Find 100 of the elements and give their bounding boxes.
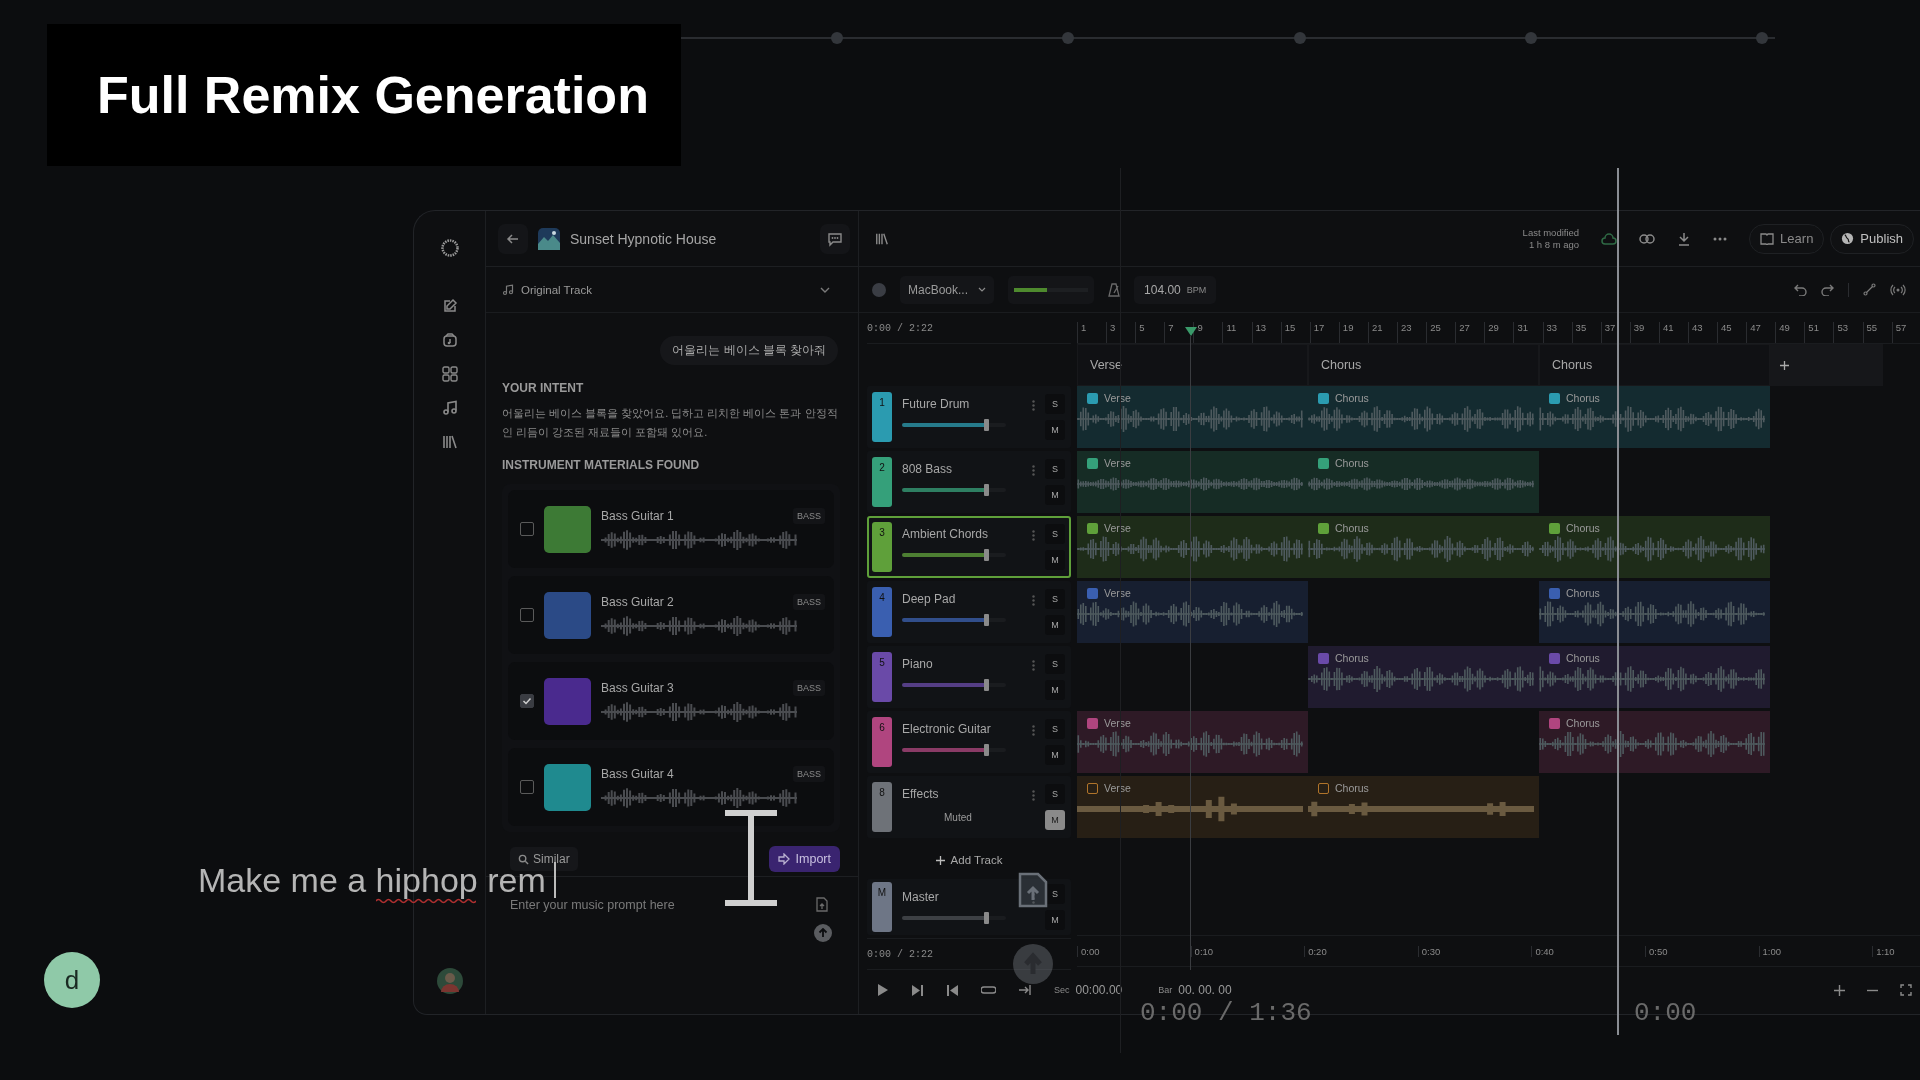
mute-button[interactable]: M (1045, 550, 1065, 570)
more-icon[interactable] (1032, 400, 1035, 411)
solo-button[interactable]: S (1045, 784, 1065, 804)
source-track-dropdown[interactable]: Original Track (521, 283, 592, 296)
mute-button[interactable]: M (1045, 910, 1065, 930)
device-dropdown[interactable]: MacBook... (900, 275, 995, 304)
mute-button[interactable]: M (1045, 745, 1065, 765)
slider-thumb[interactable] (984, 912, 990, 924)
section-header[interactable]: Chorus (1539, 344, 1770, 386)
track-header[interactable]: 8 Effects Muted S M (867, 776, 1071, 838)
audio-clip[interactable]: Verse (1077, 516, 1308, 578)
connect-icon[interactable] (1863, 283, 1876, 296)
material-card[interactable]: Bass Guitar 1 BASS (508, 490, 834, 568)
mute-button[interactable]: M (1045, 485, 1065, 505)
grid-icon[interactable] (441, 366, 458, 382)
broadcast-icon[interactable] (1890, 283, 1906, 296)
loop-icon[interactable] (981, 984, 996, 996)
user-avatar[interactable] (436, 968, 463, 994)
similar-button[interactable]: Similar (510, 847, 578, 871)
fit-icon[interactable] (1900, 984, 1912, 996)
play-icon[interactable] (877, 983, 889, 997)
music-box-icon[interactable] (441, 332, 458, 348)
material-card[interactable]: Bass Guitar 3 BASS (508, 662, 834, 740)
audio-clip[interactable]: Chorus (1308, 386, 1539, 448)
chevron-down-icon[interactable] (820, 286, 830, 293)
more-icon[interactable] (1032, 660, 1035, 671)
solo-button[interactable]: S (1045, 394, 1065, 414)
slider-thumb[interactable] (984, 744, 990, 756)
file-upload-icon[interactable] (816, 897, 828, 912)
checkbox[interactable] (520, 608, 534, 622)
section-header[interactable]: Verse (1077, 344, 1308, 386)
metronome-icon[interactable] (1108, 282, 1121, 297)
send-button[interactable] (814, 924, 832, 942)
audio-clip[interactable]: Verse (1077, 581, 1308, 643)
section-header[interactable]: Chorus (1308, 344, 1539, 386)
checkbox[interactable] (520, 694, 534, 708)
more-icon[interactable] (1032, 790, 1035, 801)
solo-button[interactable]: S (1045, 654, 1065, 674)
more-icon[interactable] (1032, 530, 1035, 541)
library-icon[interactable] (875, 231, 889, 246)
solo-button[interactable]: S (1045, 459, 1065, 479)
undo-icon[interactable] (1794, 283, 1807, 296)
track-header[interactable]: 6 Electronic Guitar S M (867, 711, 1071, 773)
library-icon[interactable] (441, 434, 458, 450)
master-track-header[interactable]: M Master S M (867, 879, 1071, 935)
skip-forward-icon[interactable] (911, 983, 924, 997)
checkbox[interactable] (520, 522, 534, 536)
audio-clip[interactable]: Chorus (1308, 451, 1539, 513)
more-icon[interactable] (1032, 465, 1035, 476)
add-track-button[interactable]: Add Track (929, 853, 1009, 867)
audio-clip[interactable]: Chorus (1308, 646, 1539, 708)
solo-button[interactable]: S (1045, 589, 1065, 609)
slider-thumb[interactable] (984, 679, 990, 691)
skip-back-icon[interactable] (946, 983, 959, 997)
more-icon[interactable] (1032, 725, 1035, 736)
publish-button[interactable]: Publish (1830, 223, 1914, 254)
jump-to-end-icon[interactable] (1018, 984, 1032, 996)
slider-thumb[interactable] (984, 419, 990, 431)
material-card[interactable]: Bass Guitar 2 BASS (508, 576, 834, 654)
music-note-icon[interactable] (441, 400, 458, 416)
learn-button[interactable]: Learn (1749, 223, 1825, 254)
solo-button[interactable]: S (1045, 884, 1065, 904)
audio-clip[interactable]: Chorus (1539, 386, 1770, 448)
audio-clip[interactable]: Chorus (1308, 516, 1539, 578)
solo-button[interactable]: S (1045, 719, 1065, 739)
audio-clip[interactable]: Chorus (1539, 516, 1770, 578)
zoom-in-icon[interactable] (1834, 984, 1845, 996)
material-card[interactable]: Bass Guitar 4 BASS (508, 748, 834, 826)
mute-button[interactable]: M (1045, 615, 1065, 635)
chat-button[interactable] (820, 223, 850, 254)
more-icon[interactable] (1713, 236, 1728, 241)
tempo-field[interactable]: 104.00 BPM (1134, 275, 1217, 304)
mute-button[interactable]: M (1045, 420, 1065, 440)
back-button[interactable] (498, 223, 528, 254)
checkbox[interactable] (520, 780, 534, 794)
track-header[interactable]: 3 Ambient Chords S M (867, 516, 1071, 578)
mute-button[interactable]: M (1045, 680, 1065, 700)
user-avatar[interactable]: d (44, 952, 100, 1008)
audio-clip[interactable]: Chorus (1539, 646, 1770, 708)
audio-clip[interactable]: Verse (1077, 386, 1308, 448)
track-header[interactable]: 5 Piano S M (867, 646, 1071, 708)
slider-thumb[interactable] (984, 484, 990, 496)
redo-icon[interactable] (1821, 283, 1834, 296)
track-header[interactable]: 4 Deep Pad S M (867, 581, 1071, 643)
playhead[interactable] (1184, 327, 1197, 970)
track-header[interactable]: 2 808 Bass S M (867, 451, 1071, 513)
audio-clip[interactable]: Chorus (1539, 711, 1770, 773)
audio-clip[interactable]: Verse (1077, 776, 1308, 838)
mute-button[interactable]: M (1045, 810, 1065, 830)
download-icon[interactable] (1677, 231, 1692, 246)
import-button[interactable]: Import (768, 846, 840, 872)
track-header[interactable]: 1 Future Drum S M (867, 386, 1071, 448)
slider-thumb[interactable] (984, 614, 990, 626)
audio-clip[interactable]: Chorus (1539, 581, 1770, 643)
audio-clip[interactable]: Chorus (1308, 776, 1539, 838)
slider-thumb[interactable] (984, 549, 990, 561)
solo-button[interactable]: S (1045, 524, 1065, 544)
link-icon[interactable] (1639, 233, 1656, 244)
more-icon[interactable] (1032, 595, 1035, 606)
audio-clip[interactable]: Verse (1077, 711, 1308, 773)
